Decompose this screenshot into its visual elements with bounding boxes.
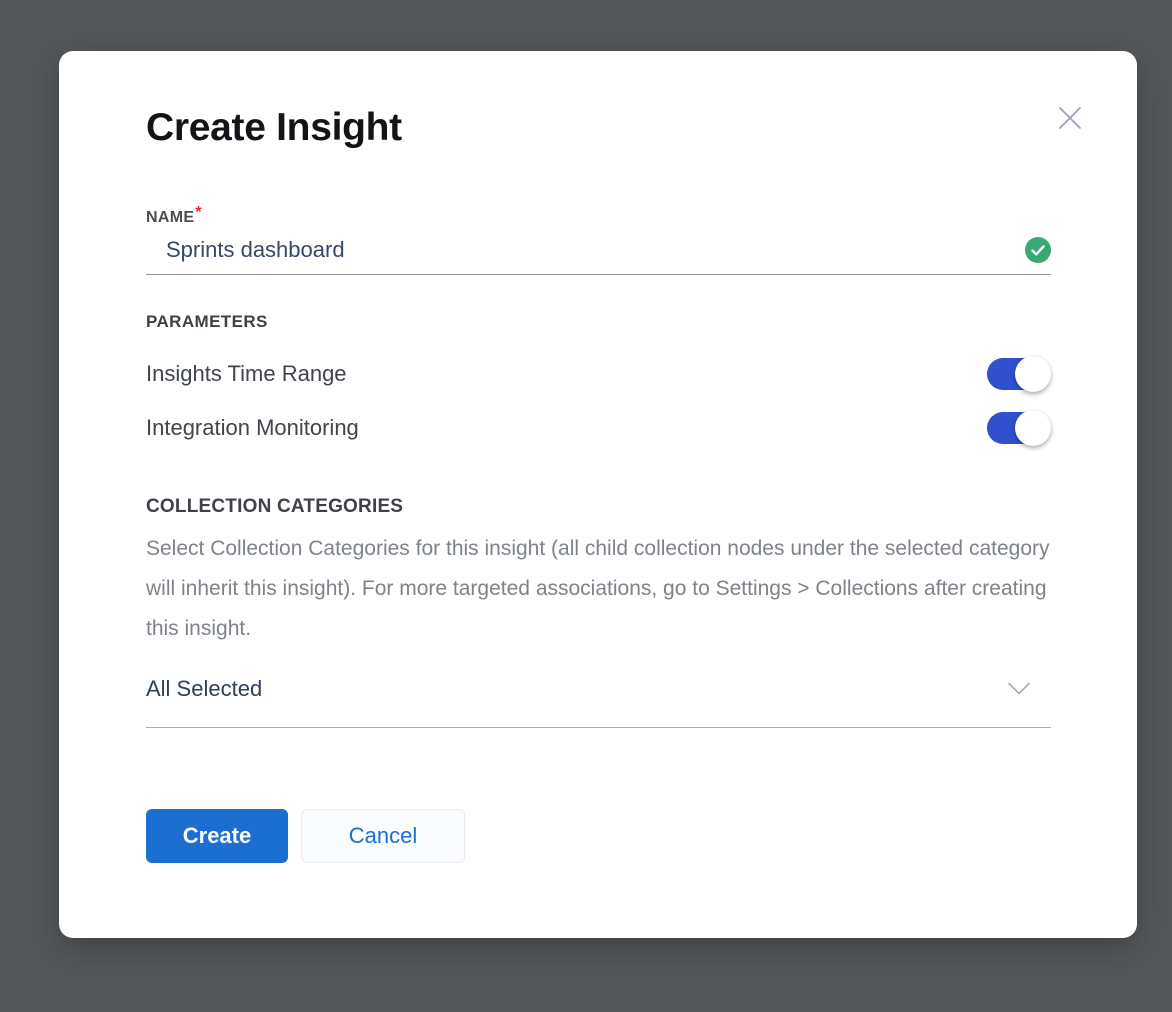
chevron-down-icon <box>1007 682 1031 696</box>
name-field-label: NAME* <box>146 209 1051 227</box>
required-asterisk: * <box>195 204 202 221</box>
insights-time-range-toggle[interactable] <box>987 358 1048 390</box>
collection-categories-heading: COLLECTION CATEGORIES <box>146 496 1051 518</box>
toggle-label: Integration Monitoring <box>146 415 359 441</box>
collection-categories-dropdown[interactable]: All Selected <box>146 676 1051 728</box>
footer-actions: Create Cancel <box>146 809 1051 863</box>
name-input[interactable] <box>146 237 1025 263</box>
name-input-row <box>146 237 1051 275</box>
close-button[interactable] <box>1053 101 1087 135</box>
dropdown-selected-value: All Selected <box>146 676 262 702</box>
cancel-button[interactable]: Cancel <box>301 809 465 863</box>
integration-monitoring-toggle[interactable] <box>987 412 1048 444</box>
name-label-text: NAME <box>146 209 194 226</box>
create-insight-modal: Create Insight NAME* PARAMETERS Insights… <box>59 51 1137 938</box>
check-circle-icon <box>1025 237 1051 263</box>
toggle-knob <box>1015 410 1051 446</box>
close-icon <box>1055 103 1085 133</box>
toggle-label: Insights Time Range <box>146 361 347 387</box>
toggle-knob <box>1015 356 1051 392</box>
collection-categories-description: Select Collection Categories for this in… <box>146 529 1051 649</box>
parameter-row-integration-monitoring: Integration Monitoring <box>146 401 1051 455</box>
create-button[interactable]: Create <box>146 809 288 863</box>
modal-title: Create Insight <box>146 103 1051 153</box>
modal-backdrop: Create Insight NAME* PARAMETERS Insights… <box>0 0 1172 1012</box>
parameters-heading: PARAMETERS <box>146 312 1051 332</box>
parameter-row-insights-time-range: Insights Time Range <box>146 347 1051 401</box>
